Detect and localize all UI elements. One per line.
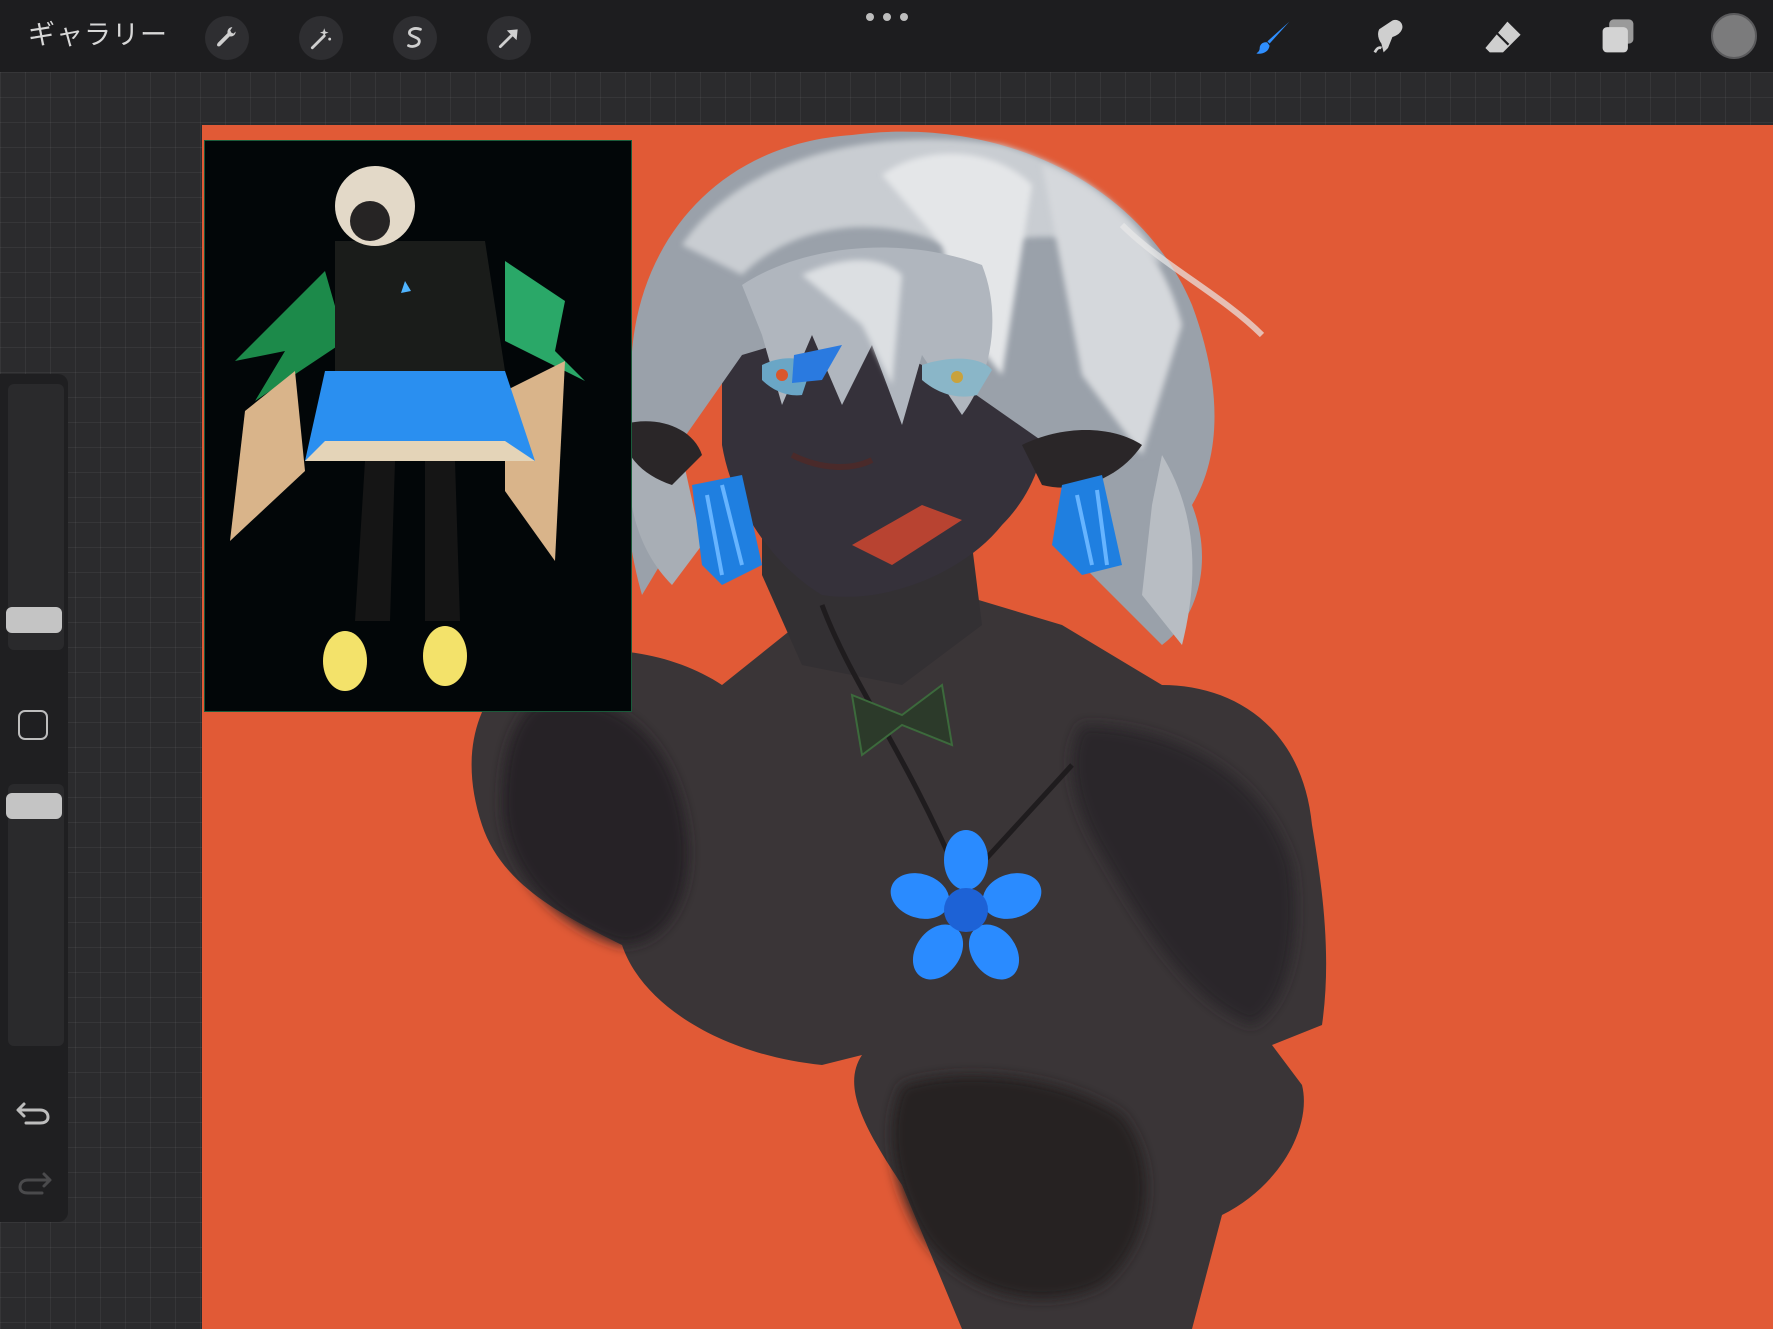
redo-button[interactable] [14,1162,54,1202]
modify-square-icon[interactable] [18,710,48,740]
gallery-button[interactable]: ギャラリー [28,16,168,56]
color-picker-button[interactable] [1711,13,1757,59]
reference-character-artwork [230,166,585,691]
brush-icon [1256,21,1290,54]
smudge-tool[interactable] [1363,12,1413,62]
layers-tool[interactable] [1593,12,1643,62]
transform-button[interactable] [487,16,531,60]
more-options-icon[interactable] [866,8,908,26]
brush-size-thumb[interactable] [6,607,62,633]
opacity-slider[interactable] [8,784,64,1046]
top-toolbar: ギャラリー [0,0,1773,72]
selection-button[interactable] [393,16,437,60]
brush-tool[interactable] [1249,12,1299,62]
eraser-tool[interactable] [1478,12,1528,62]
sleeve-shadow [891,1075,1147,1299]
selection-icon [407,27,422,48]
left-shoe [323,631,367,691]
undo-icon [16,1102,50,1125]
side-bar [0,374,68,1222]
transform-arrow-icon [498,29,518,49]
reference-image[interactable] [204,140,632,712]
actions-button[interactable] [205,16,249,60]
redo-icon [18,1172,52,1195]
smudge-icon [1373,19,1403,54]
adjustments-button[interactable] [299,16,343,60]
eraser-icon [1485,21,1521,53]
magic-wand-icon [310,28,332,50]
opacity-thumb[interactable] [6,793,62,819]
layers-icon [1602,19,1634,53]
undo-button[interactable] [14,1092,54,1132]
wrench-icon [217,27,236,47]
right-shoe [423,626,467,686]
